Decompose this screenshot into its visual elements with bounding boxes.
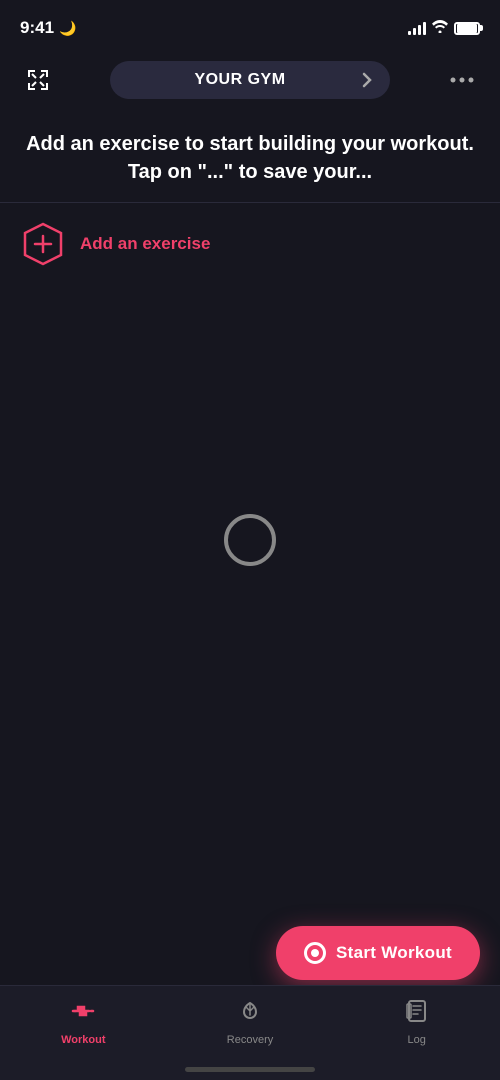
- exercise-list: Add an exercise: [0, 203, 500, 285]
- tab-log[interactable]: Log: [333, 998, 500, 1046]
- signal-icon: [408, 21, 426, 35]
- instruction-area: Add an exercise to start building your w…: [0, 110, 500, 203]
- workout-tab-label: Workout: [61, 1034, 105, 1046]
- status-time: 9:41: [20, 18, 54, 38]
- status-bar: 9:41 🌙: [0, 0, 500, 50]
- workout-tab-icon: [70, 998, 96, 1029]
- gym-selector[interactable]: YOUR GYM: [110, 61, 390, 99]
- recovery-tab-icon: [237, 998, 263, 1029]
- home-indicator: [185, 1067, 315, 1072]
- start-workout-button[interactable]: Start Workout: [276, 926, 480, 980]
- moon-icon: 🌙: [59, 20, 76, 37]
- more-options-button[interactable]: [444, 62, 480, 98]
- start-workout-label: Start Workout: [336, 943, 452, 963]
- add-exercise-icon: [20, 221, 66, 267]
- recovery-tab-label: Recovery: [227, 1034, 273, 1046]
- log-tab-icon: [404, 998, 430, 1029]
- battery-icon: [454, 22, 480, 35]
- instruction-text: Add an exercise to start building your w…: [22, 130, 478, 186]
- tab-workout[interactable]: Workout: [0, 998, 167, 1046]
- add-exercise-row[interactable]: Add an exercise: [20, 203, 480, 285]
- expand-icon[interactable]: [20, 62, 56, 98]
- hexagon-plus-icon: [20, 221, 66, 267]
- chevron-right-icon: [362, 72, 372, 88]
- center-dot: [224, 514, 276, 566]
- gym-name: YOUR GYM: [128, 71, 352, 89]
- log-tab-label: Log: [408, 1034, 426, 1046]
- tab-bar: Workout Recovery Log: [0, 985, 500, 1080]
- wifi-icon: [432, 20, 448, 36]
- header: YOUR GYM: [0, 50, 500, 110]
- add-exercise-label: Add an exercise: [80, 234, 210, 254]
- tab-recovery[interactable]: Recovery: [167, 998, 334, 1046]
- record-icon: [304, 942, 326, 964]
- status-icons: [408, 20, 480, 36]
